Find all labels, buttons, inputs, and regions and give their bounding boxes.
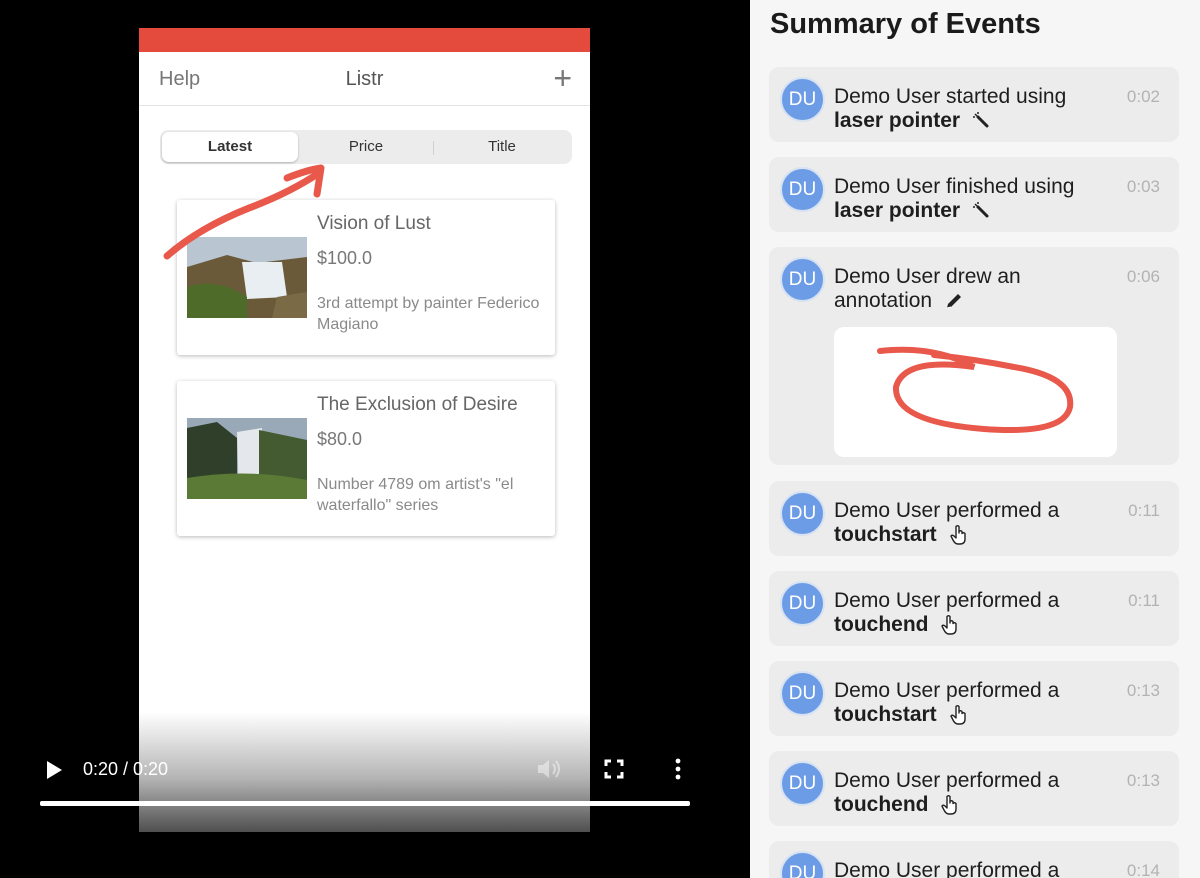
hand-pointer-icon — [949, 525, 966, 546]
listing-price: $80.0 — [317, 429, 363, 449]
events-panel: Summary of Events DU Demo User started u… — [750, 0, 1200, 878]
tab-latest[interactable]: Latest — [162, 132, 298, 162]
more-options-icon[interactable] — [670, 757, 686, 781]
event-item[interactable]: DU Demo User finished using laser pointe… — [769, 157, 1179, 232]
listing-image — [187, 237, 307, 318]
avatar: DU — [780, 167, 825, 212]
avatar: DU — [780, 257, 825, 302]
event-time: 0:03 — [1126, 177, 1160, 196]
nav-bar: Help Listr + — [139, 52, 590, 106]
event-item[interactable]: DU Demo User started using laser pointer… — [769, 67, 1179, 142]
listing-title: The Exclusion of Desire — [317, 394, 518, 415]
event-time: 0:11 — [1128, 501, 1160, 520]
event-time: 0:11 — [1128, 591, 1160, 610]
play-icon[interactable] — [44, 760, 64, 780]
event-text: Demo User drew an annotation — [834, 265, 1021, 312]
event-time: 0:13 — [1126, 771, 1160, 790]
panel-title: Summary of Events — [770, 8, 1041, 40]
volume-icon[interactable] — [536, 757, 562, 781]
listing-title: Vision of Lust — [317, 213, 431, 234]
progress-bar[interactable] — [40, 801, 690, 806]
event-text: Demo User finished using laser pointer — [834, 175, 1075, 222]
listing-card[interactable]: Vision of Lust $100.0 3rd attempt by pai… — [177, 200, 555, 355]
add-icon[interactable]: + — [553, 62, 572, 94]
avatar: DU — [780, 851, 825, 878]
event-time: 0:13 — [1126, 681, 1160, 700]
video-player[interactable]: Help Listr + Latest Price Title Vision o… — [0, 0, 750, 878]
event-text: Demo User performed a touchend — [834, 589, 1060, 636]
laser-pointer-icon — [972, 112, 989, 128]
avatar: DU — [780, 491, 825, 536]
event-text: Demo User performed a touchend — [834, 769, 1060, 816]
sort-segmented-control: Latest Price Title — [160, 130, 572, 164]
listing-card[interactable]: The Exclusion of Desire $80.0 Number 478… — [177, 381, 555, 536]
event-time: 0:14 — [1126, 861, 1160, 878]
event-text: Demo User performed a touchstart — [834, 679, 1060, 726]
controls-overlay — [139, 712, 590, 832]
listing-description: Number 4789 om artist's "el waterfallo" … — [317, 476, 514, 514]
time-display: 0:20 / 0:20 — [83, 759, 169, 779]
avatar: DU — [780, 77, 825, 122]
pencil-icon — [946, 294, 961, 309]
event-time: 0:06 — [1126, 267, 1160, 286]
event-item[interactable]: DU Demo User performed a touchend 0:11 — [769, 571, 1179, 646]
status-bar — [139, 28, 590, 52]
annotation-drawing — [877, 346, 1074, 434]
avatar: DU — [780, 761, 825, 806]
listing-price: $100.0 — [317, 248, 373, 268]
tab-price[interactable]: Price — [298, 132, 434, 162]
event-item[interactable]: DU Demo User performed a touchstart 0:11 — [769, 481, 1179, 556]
event-item[interactable]: DU Demo User performed a 0:14 — [769, 841, 1179, 878]
avatar: DU — [780, 671, 825, 716]
event-time: 0:02 — [1126, 87, 1160, 106]
annotation-preview[interactable] — [834, 327, 1117, 457]
event-text: Demo User performed a — [834, 859, 1060, 878]
event-text: Demo User performed a touchstart — [834, 499, 1060, 546]
laser-pointer-icon — [972, 202, 989, 218]
event-item[interactable]: DU Demo User drew an annotation 0:06 — [769, 247, 1179, 465]
event-item[interactable]: DU Demo User performed a touchend 0:13 — [769, 751, 1179, 826]
hand-pointer-icon — [941, 795, 958, 816]
avatar: DU — [780, 581, 825, 626]
listing-description: 3rd attempt by painter Federico Magiano — [317, 295, 540, 333]
fullscreen-icon[interactable] — [604, 759, 624, 779]
listing-image — [187, 418, 307, 499]
event-text: Demo User started using laser pointer — [834, 85, 1067, 132]
event-item[interactable]: DU Demo User performed a touchstart 0:13 — [769, 661, 1179, 736]
tab-title[interactable]: Title — [434, 132, 570, 162]
nav-title: Listr — [345, 68, 384, 90]
hand-pointer-icon — [949, 705, 966, 726]
hand-pointer-icon — [941, 615, 958, 636]
